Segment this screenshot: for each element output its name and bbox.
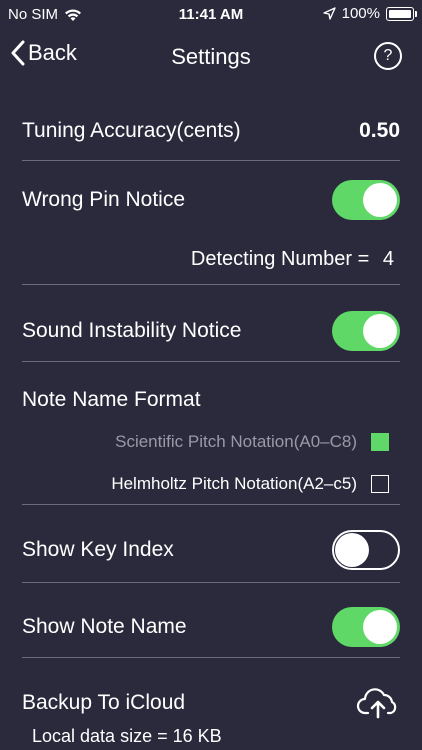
detecting-number-value: 4 xyxy=(382,248,394,270)
scientific-notation-checkbox[interactable] xyxy=(371,433,389,451)
sound-instability-row: Sound Instability Notice xyxy=(22,311,400,351)
divider xyxy=(22,160,400,161)
battery-icon xyxy=(386,6,417,21)
backup-icloud-label: Backup To iCloud xyxy=(22,691,186,714)
divider xyxy=(22,504,400,505)
divider xyxy=(22,284,400,285)
status-right: 100% xyxy=(322,5,417,22)
note-format-row: Note Name Format xyxy=(22,383,400,417)
backup-icloud-row: Backup To iCloud xyxy=(22,683,400,723)
show-note-name-row: Show Note Name xyxy=(22,607,400,647)
status-bar: No SIM 11:41 AM 100% xyxy=(0,0,422,30)
help-icon: ? xyxy=(383,47,393,64)
local-data-size: Local data size = 16 KB xyxy=(32,726,222,746)
note-format-label: Note Name Format xyxy=(22,388,201,411)
cloud-upload-icon[interactable] xyxy=(356,687,400,719)
wrong-pin-label: Wrong Pin Notice xyxy=(22,188,186,211)
show-key-index-toggle[interactable] xyxy=(332,530,400,570)
location-arrow-icon xyxy=(322,7,336,20)
scientific-notation-option[interactable]: Scientific Pitch Notation(A0–C8) xyxy=(115,432,389,452)
divider xyxy=(22,657,400,658)
sound-instability-toggle[interactable] xyxy=(332,311,400,351)
page-title: Settings xyxy=(171,44,251,69)
tuning-accuracy-label: Tuning Accuracy(cents) xyxy=(22,119,241,142)
sound-instability-label: Sound Instability Notice xyxy=(22,319,242,342)
divider xyxy=(22,361,400,362)
tuning-accuracy-row[interactable]: Tuning Accuracy(cents) 0.50 xyxy=(22,112,400,150)
show-note-name-label: Show Note Name xyxy=(22,615,187,638)
show-key-index-row: Show Key Index xyxy=(22,530,400,570)
detecting-number-label: Detecting Number = xyxy=(190,248,370,270)
tuning-accuracy-value[interactable]: 0.50 xyxy=(359,119,400,143)
battery-percent: 100% xyxy=(341,5,380,22)
nav-bar: Back Settings ? xyxy=(0,30,422,82)
show-note-name-toggle[interactable] xyxy=(332,607,400,647)
helmholtz-notation-label: Helmholtz Pitch Notation(A2–c5) xyxy=(111,474,357,493)
helmholtz-notation-option[interactable]: Helmholtz Pitch Notation(A2–c5) xyxy=(111,474,389,494)
wrong-pin-row: Wrong Pin Notice xyxy=(22,180,400,220)
show-key-index-label: Show Key Index xyxy=(22,538,174,561)
help-button[interactable]: ? xyxy=(374,42,402,70)
wrong-pin-toggle[interactable] xyxy=(332,180,400,220)
helmholtz-notation-checkbox[interactable] xyxy=(371,475,389,493)
detecting-number[interactable]: Detecting Number = 4 xyxy=(191,248,394,271)
scientific-notation-label: Scientific Pitch Notation(A0–C8) xyxy=(115,432,357,451)
divider xyxy=(22,582,400,583)
